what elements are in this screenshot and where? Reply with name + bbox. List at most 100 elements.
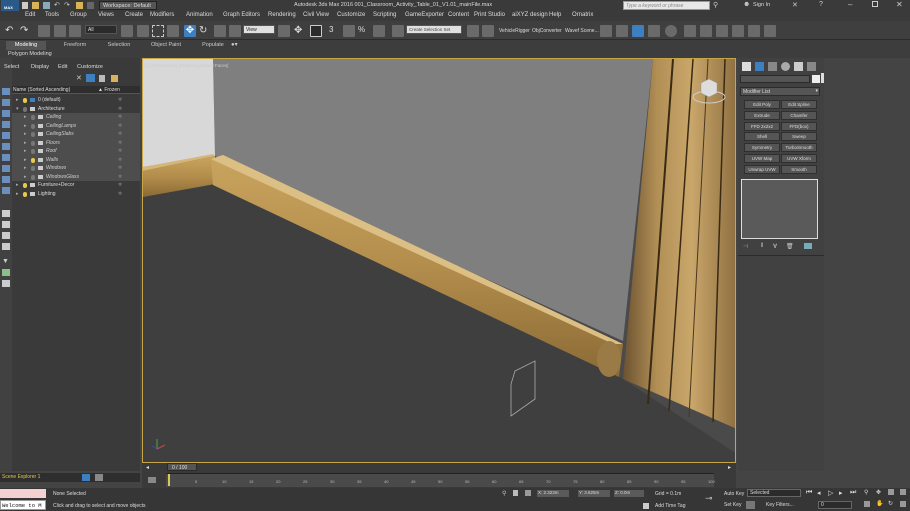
save-file-icon[interactable] — [43, 2, 50, 9]
freeze-toggle-icon[interactable]: ❄ — [118, 147, 122, 156]
link-icon[interactable] — [38, 25, 50, 37]
object-color-swatch[interactable] — [812, 75, 820, 83]
selection-filter-dropdown[interactable]: All — [85, 25, 117, 34]
menu-item[interactable]: GameExporter — [405, 12, 444, 18]
display-xrefs-icon[interactable] — [2, 176, 10, 183]
modifier-button[interactable]: Extrude — [744, 110, 780, 120]
undo-icon[interactable]: ↶ — [5, 25, 17, 37]
utilities-tab-icon[interactable] — [807, 62, 816, 71]
freeze-toggle-icon[interactable]: ❄ — [118, 181, 122, 190]
maxscript-input[interactable]: Welcome to M — [0, 500, 46, 510]
curve-editor-icon[interactable] — [632, 25, 644, 37]
display-none-icon[interactable] — [2, 88, 10, 95]
modifier-list-dropdown[interactable]: Modifier List ▾ — [740, 87, 820, 96]
layer-row[interactable]: ▸ Lighting ❄ — [12, 190, 140, 199]
display-lights-icon[interactable] — [2, 121, 10, 128]
expand-arrow-icon[interactable]: ▸ — [24, 113, 27, 122]
auto-key-button[interactable]: Auto Key — [724, 491, 744, 497]
ribbon-tab[interactable]: Object Paint — [143, 41, 189, 50]
z-coordinate-field[interactable]: Z: 0.0m — [614, 490, 644, 497]
visibility-bulb-icon[interactable] — [31, 140, 35, 146]
display-containers-icon[interactable] — [2, 210, 10, 217]
layer-row[interactable]: ▸ Furniture+Decor ❄ — [12, 181, 140, 190]
schematic-view-icon[interactable] — [648, 25, 660, 37]
explorer-hierarchy-icon[interactable] — [95, 474, 103, 481]
lock-icon[interactable] — [99, 75, 105, 82]
visibility-bulb-icon[interactable] — [31, 149, 35, 154]
menu-item[interactable]: Create — [125, 12, 143, 18]
display-spacewarps-icon[interactable] — [2, 154, 10, 161]
x-coordinate-field[interactable]: X: 2.323m — [537, 490, 569, 497]
pan-icon[interactable]: ✋ — [876, 500, 883, 507]
ribbon-tab[interactable]: Modeling — [6, 41, 46, 50]
select-scale-icon[interactable] — [214, 25, 226, 37]
align-icon[interactable] — [482, 25, 494, 37]
add-time-tag-button[interactable]: Add Time Tag — [655, 503, 685, 509]
expand-arrow-icon[interactable]: ▾ — [16, 105, 19, 114]
modifier-button[interactable]: Sweep — [781, 132, 817, 142]
modifier-button[interactable]: UVW Xform — [781, 154, 817, 163]
layer-icon[interactable] — [2, 280, 10, 287]
visibility-bulb-icon[interactable] — [31, 115, 35, 120]
menu-item[interactable]: Scripting — [373, 12, 396, 18]
go-to-end-icon[interactable]: ⏭ — [850, 489, 856, 497]
zoom-extents-all-icon[interactable] — [900, 489, 906, 495]
previous-frame-icon[interactable]: ◂ — [817, 489, 821, 497]
menu-item[interactable]: Edit — [25, 12, 35, 18]
scene-explorer-name[interactable]: Scene Explorer 1 — [2, 474, 40, 480]
modifier-button[interactable]: FFD(box) — [781, 121, 817, 131]
freeze-toggle-icon[interactable]: ❄ — [118, 190, 122, 199]
display-tab-icon[interactable] — [794, 62, 803, 71]
display-hidden-icon[interactable] — [2, 232, 10, 239]
user-icon[interactable]: ☻ — [743, 1, 750, 8]
ribbon-tab[interactable]: Freeform — [56, 41, 94, 50]
layer-row[interactable]: ▸ CeilingSlabs ❄ — [12, 130, 140, 139]
timeline-prev-icon[interactable]: ◂ — [146, 464, 149, 471]
y-coordinate-field[interactable]: Y: 3.625m — [578, 490, 610, 497]
zoom-extents-icon[interactable] — [888, 489, 894, 495]
modifier-button[interactable]: Shell — [744, 132, 780, 142]
create-tab-icon[interactable] — [742, 62, 751, 71]
menu-item[interactable]: Graph Editors — [223, 12, 260, 18]
menu-item[interactable]: Ornatrix — [572, 12, 593, 18]
edit-named-sets-icon[interactable] — [392, 25, 404, 37]
layer-explorer-icon[interactable] — [86, 74, 95, 82]
modifier-stack[interactable] — [741, 179, 818, 239]
angle-snap-icon[interactable] — [343, 25, 355, 37]
menu-item[interactable]: Print Studio — [474, 12, 505, 18]
column-name-header[interactable]: Name (Sorted Ascending) — [13, 87, 70, 93]
wavefront-button[interactable]: Wavef Scene... — [565, 28, 599, 34]
window-crossing-icon[interactable] — [167, 25, 179, 37]
display-geometry-icon[interactable] — [2, 99, 10, 106]
display-groups-icon[interactable] — [2, 165, 10, 172]
column-frozen-header[interactable]: ▲ Frozen — [98, 87, 120, 93]
rendered-frame-icon[interactable] — [700, 25, 712, 37]
visibility-bulb-icon[interactable] — [23, 106, 27, 112]
go-to-start-icon[interactable]: ⏮ — [806, 489, 812, 497]
keyboard-shortcut-icon[interactable] — [310, 25, 322, 37]
select-rotate-icon[interactable]: ↻ — [199, 25, 211, 37]
open-file-icon[interactable] — [32, 2, 39, 9]
ref-coord-dropdown[interactable]: View — [243, 25, 275, 34]
snaps-toggle-icon[interactable]: 3 — [329, 25, 341, 37]
expand-arrow-icon[interactable]: ▸ — [16, 190, 19, 199]
visibility-bulb-icon[interactable] — [31, 132, 35, 137]
display-cameras-icon[interactable] — [2, 132, 10, 139]
explorer-menu-item[interactable]: Select — [4, 64, 19, 70]
ribbon-tab[interactable]: Populate — [194, 41, 232, 50]
pin-stack-icon[interactable]: ⊣ — [743, 243, 748, 250]
new-file-icon[interactable] — [22, 2, 28, 9]
visibility-bulb-icon[interactable] — [31, 157, 35, 163]
display-frozen-icon[interactable] — [2, 221, 10, 228]
ribbon-options-icon[interactable]: ●▾ — [231, 41, 238, 48]
exchange-icon[interactable]: ✕ — [792, 1, 798, 9]
expand-arrow-icon[interactable]: ▸ — [16, 181, 19, 190]
modifier-button[interactable]: Edit Poly — [744, 100, 780, 109]
percent-snap-icon[interactable]: % — [358, 25, 370, 37]
freeze-toggle-icon[interactable]: ❄ — [118, 130, 122, 139]
select-manipulate-icon[interactable]: ✥ — [294, 25, 306, 37]
visibility-bulb-icon[interactable] — [23, 98, 27, 103]
object-name-field[interactable] — [740, 75, 810, 83]
expand-arrow-icon[interactable]: ▸ — [24, 130, 27, 139]
help-icon[interactable]: ? — [819, 1, 823, 8]
